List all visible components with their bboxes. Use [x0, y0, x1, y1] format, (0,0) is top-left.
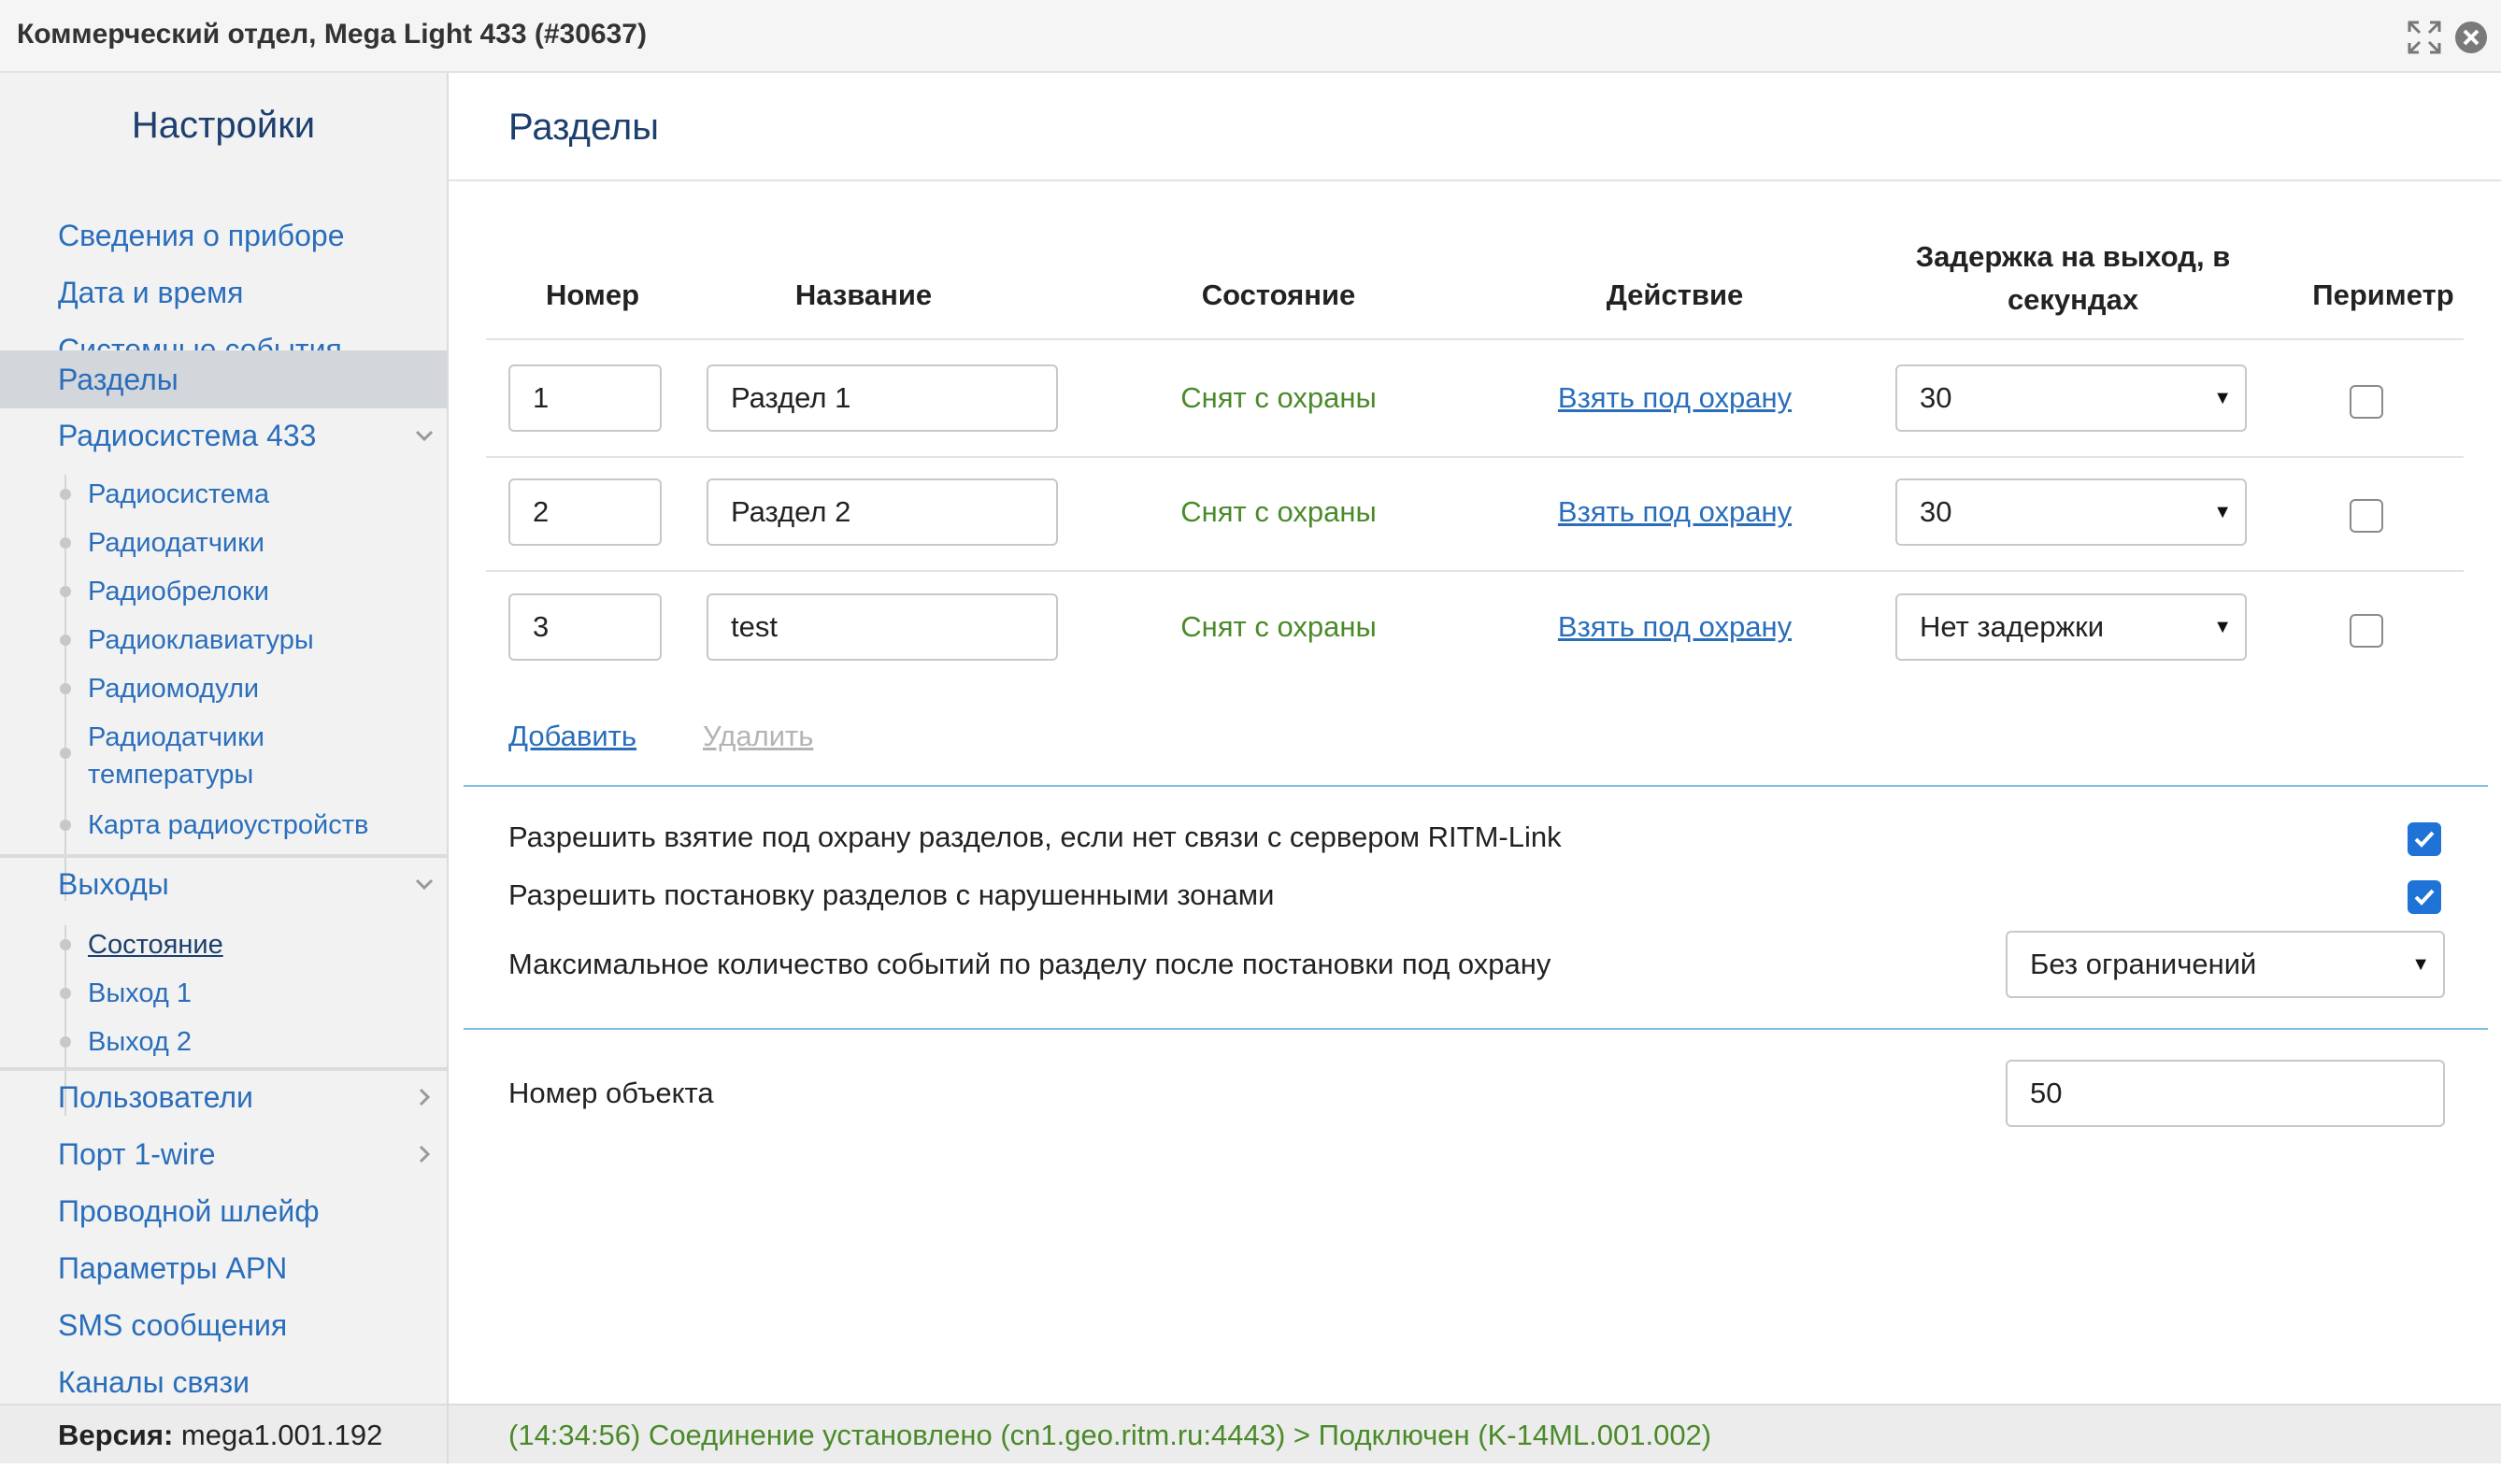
- sidebar-item-wired-loop[interactable]: Проводной шлейф: [0, 1183, 447, 1239]
- perimeter-checkbox[interactable]: [2350, 614, 2383, 648]
- dropdown-arrow-icon: ▼: [2213, 388, 2232, 408]
- column-header-delay: Задержка на выход, в секундах: [1915, 240, 2231, 316]
- checkmark-icon: [2414, 889, 2435, 906]
- exit-delay-select[interactable]: 30 ▼: [1895, 478, 2247, 546]
- footer-divider: [447, 1406, 449, 1463]
- table-row-divider: [486, 570, 2464, 572]
- column-header-perimeter: Периметр: [2312, 278, 2454, 311]
- sidebar-item-partitions[interactable]: Разделы: [0, 350, 447, 408]
- expand-icon[interactable]: [2406, 19, 2443, 56]
- partition-name-input[interactable]: Раздел 2: [707, 478, 1058, 546]
- allow-arm-no-link-label: Разрешить взятие под охрану разделов, ес…: [508, 820, 1562, 853]
- exit-delay-value: Нет задержки: [1920, 610, 2105, 643]
- object-number-input[interactable]: 50: [2006, 1060, 2445, 1127]
- version-label: Версия:: [58, 1419, 174, 1451]
- allow-arm-violated-label: Разрешить постановку разделов с нарушенн…: [508, 878, 1275, 911]
- sidebar-subitem-radiosystem[interactable]: Радиосистема: [0, 476, 447, 513]
- table-header-divider: [486, 338, 2464, 340]
- perimeter-checkbox[interactable]: [2350, 385, 2383, 419]
- arm-link[interactable]: Взять под охрану: [1516, 610, 1834, 644]
- table-row-divider: [486, 456, 2464, 458]
- version-value: mega1.001.192: [180, 1419, 383, 1451]
- sidebar-subitem-output-2[interactable]: Выход 2: [0, 1023, 447, 1061]
- object-number-label: Номер объекта: [508, 1077, 714, 1109]
- sidebar-item-1wire[interactable]: Порт 1-wire: [0, 1126, 447, 1182]
- max-events-select[interactable]: Без ограничений ▼: [2006, 931, 2445, 998]
- section-divider: [464, 1028, 2488, 1030]
- sidebar-subitem-radio-modules[interactable]: Радиомодули: [0, 670, 447, 707]
- chevron-down-icon[interactable]: [411, 422, 437, 449]
- sidebar-title: Настройки: [131, 105, 316, 146]
- arm-link[interactable]: Взять под охрану: [1516, 381, 1834, 415]
- partition-state: Снят с охраны: [1180, 495, 1377, 528]
- sidebar-subitem-radio-map[interactable]: Карта радиоустройств: [0, 806, 447, 844]
- sidebar-item-channels[interactable]: Каналы связи: [0, 1354, 447, 1410]
- delete-partition-link[interactable]: Удалить: [703, 720, 813, 753]
- sidebar-item-apn[interactable]: Параметры APN: [0, 1240, 447, 1296]
- partition-name-input[interactable]: Раздел 1: [707, 364, 1058, 432]
- sidebar-subitem-radio-keyfobs[interactable]: Радиобрелоки: [0, 573, 447, 610]
- column-header-number: Номер: [545, 278, 640, 311]
- sidebar-item-date-time[interactable]: Дата и время: [0, 264, 447, 321]
- version-info: Версия: mega1.001.192: [58, 1419, 382, 1452]
- close-icon[interactable]: [2452, 19, 2490, 56]
- chevron-right-icon[interactable]: [411, 1084, 437, 1110]
- sidebar-item-outputs[interactable]: Выходы: [0, 856, 447, 912]
- allow-arm-violated-checkbox[interactable]: [2408, 880, 2441, 914]
- status-bar: Версия: mega1.001.192 (14:34:56) Соедине…: [0, 1404, 2501, 1463]
- page-title: Разделы: [508, 107, 659, 148]
- sidebar-item-users[interactable]: Пользователи: [0, 1069, 447, 1125]
- dropdown-arrow-icon: ▼: [2213, 502, 2232, 522]
- max-events-label: Максимальное количество событий по разде…: [508, 948, 1551, 980]
- sidebar-subitem-radio-keypads[interactable]: Радиоклавиатуры: [0, 621, 447, 659]
- allow-arm-no-link-checkbox[interactable]: [2408, 822, 2441, 856]
- connection-status: (14:34:56) Соединение установлено (cn1.g…: [508, 1419, 1712, 1451]
- dropdown-arrow-icon: ▼: [2411, 954, 2430, 975]
- sidebar-subitem-output-1[interactable]: Выход 1: [0, 975, 447, 1012]
- header-divider: [449, 179, 2501, 181]
- sidebar-subitem-radio-sensors[interactable]: Радиодатчики: [0, 524, 447, 562]
- sidebar-subitem-output-state[interactable]: Состояние: [0, 926, 447, 963]
- exit-delay-value: 30: [1920, 495, 1952, 528]
- exit-delay-select[interactable]: 30 ▼: [1895, 364, 2247, 432]
- partition-number-input[interactable]: 2: [508, 478, 662, 546]
- add-partition-link[interactable]: Добавить: [508, 720, 636, 753]
- partition-state: Снят с охраны: [1180, 610, 1377, 643]
- sidebar-item-device-info[interactable]: Сведения о приборе: [0, 207, 447, 264]
- sidebar-subitem-radio-temp-sensors[interactable]: Радиодатчики температуры: [0, 719, 411, 793]
- sidebar: Настройки Сведения о приборе Дата и врем…: [0, 73, 449, 1404]
- arm-link[interactable]: Взять под охрану: [1516, 495, 1834, 529]
- partition-number-input[interactable]: 3: [508, 593, 662, 661]
- main-content: Разделы Номер Название Состояние Действи…: [449, 73, 2501, 1404]
- partition-name-input[interactable]: test: [707, 593, 1058, 661]
- chevron-down-icon[interactable]: [411, 871, 437, 897]
- perimeter-checkbox[interactable]: [2350, 499, 2383, 533]
- column-header-action: Действие: [1606, 278, 1744, 311]
- partition-state: Снят с охраны: [1180, 381, 1377, 414]
- dropdown-arrow-icon: ▼: [2213, 617, 2232, 637]
- title-bar: Коммерческий отдел, Mega Light 433 (#306…: [0, 0, 2501, 73]
- exit-delay-select[interactable]: Нет задержки ▼: [1895, 593, 2247, 661]
- chevron-right-icon[interactable]: [411, 1141, 437, 1167]
- sidebar-item-radio-433[interactable]: Радиосистема 433: [0, 407, 447, 464]
- column-header-name: Название: [794, 278, 933, 311]
- checkmark-icon: [2414, 831, 2435, 848]
- exit-delay-value: 30: [1920, 381, 1952, 414]
- sidebar-item-sms[interactable]: SMS сообщения: [0, 1297, 447, 1353]
- max-events-value: Без ограничений: [2030, 948, 2257, 980]
- window-title: Коммерческий отдел, Mega Light 433 (#306…: [17, 19, 647, 50]
- column-header-state: Состояние: [1201, 278, 1356, 311]
- section-divider: [464, 785, 2488, 787]
- partition-number-input[interactable]: 1: [508, 364, 662, 432]
